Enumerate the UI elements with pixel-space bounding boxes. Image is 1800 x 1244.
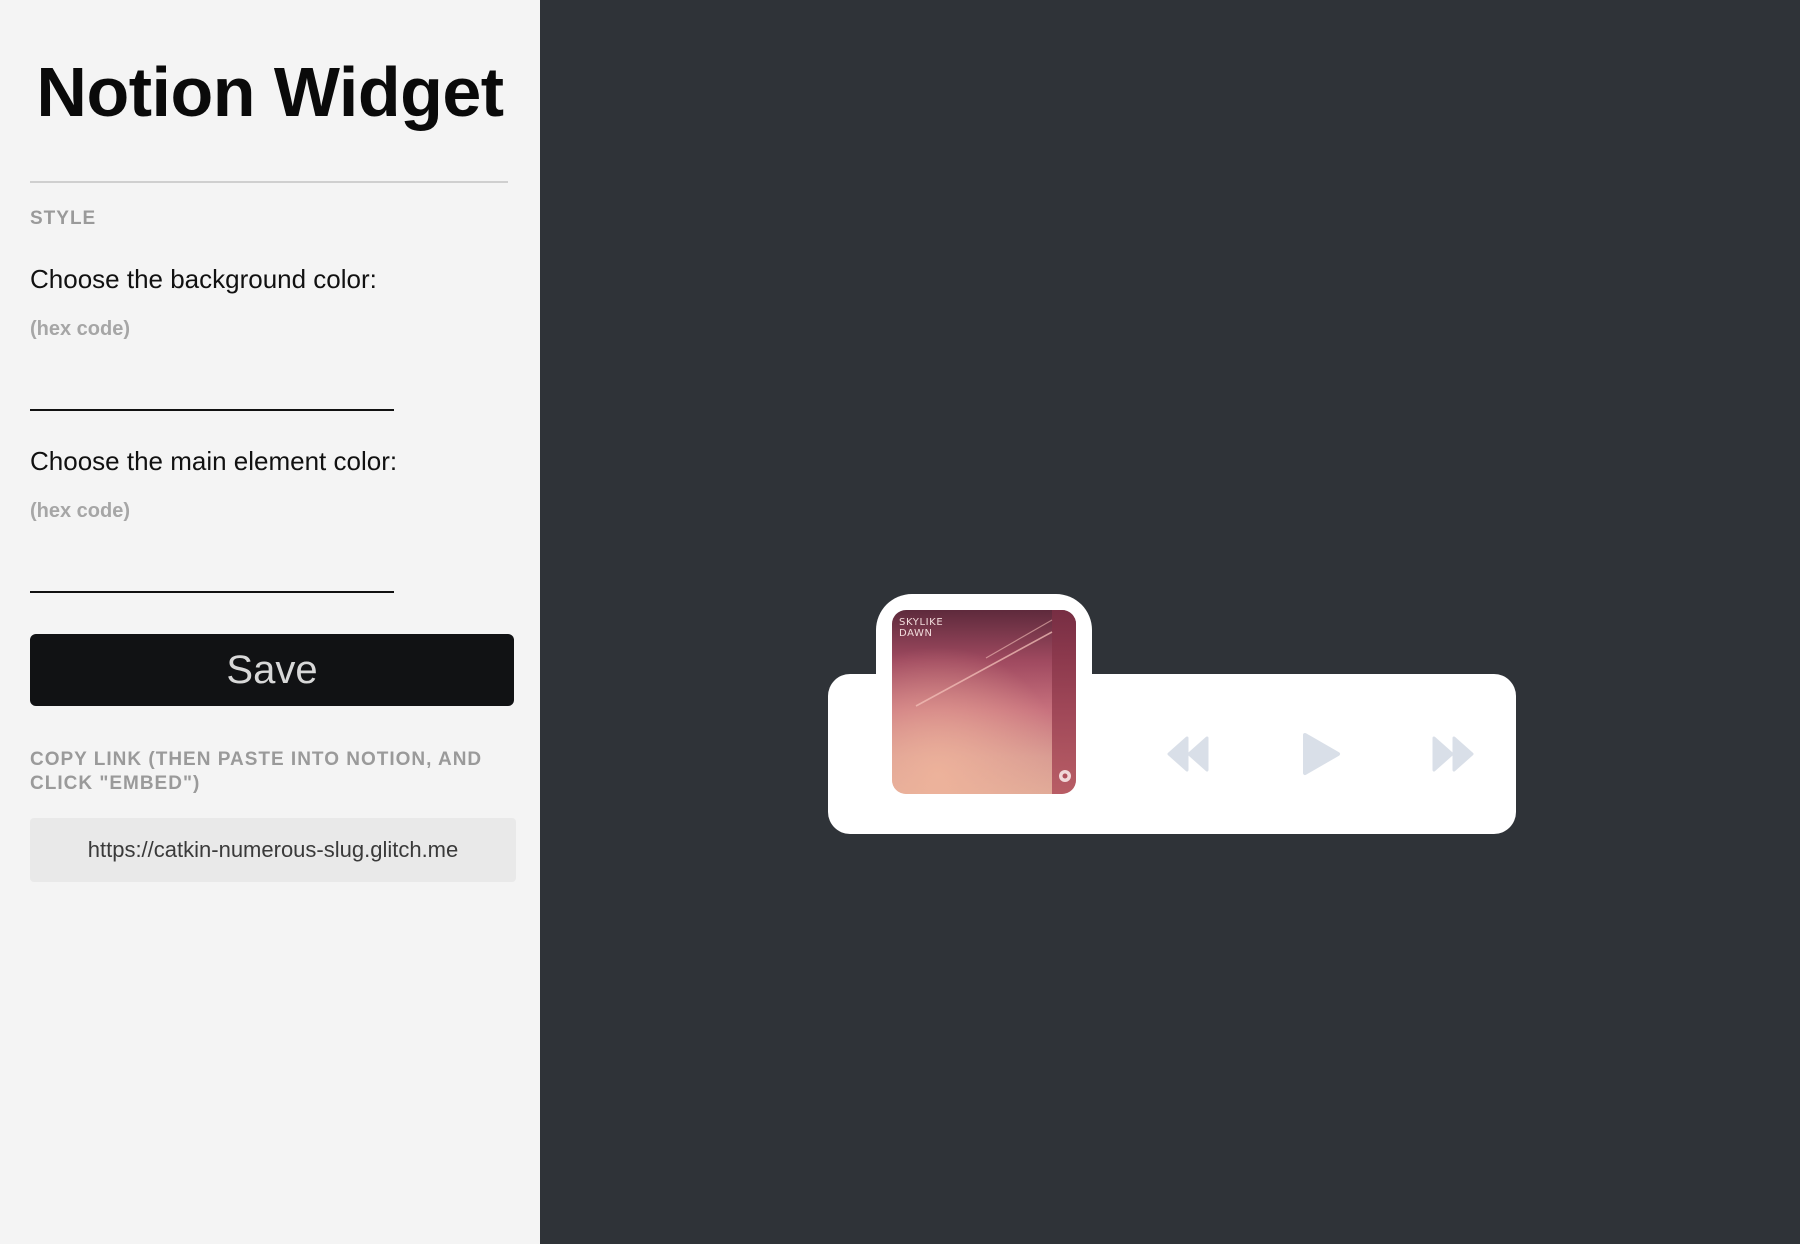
- album-title-line1: SKYLIKE: [899, 617, 944, 628]
- style-section-label: STYLE: [30, 208, 97, 229]
- background-color-hint: (hex code): [30, 318, 131, 340]
- app: Notion Widget STYLE Choose the backgroun…: [0, 0, 1800, 1244]
- album-art: SKYLIKE DAWN: [892, 610, 1076, 794]
- background-color-label: Choose the background color:: [30, 264, 377, 294]
- embed-link-field[interactable]: https://catkin-numerous-slug.glitch.me: [30, 818, 516, 882]
- next-button[interactable]: [1425, 726, 1481, 782]
- background-color-input[interactable]: [30, 369, 394, 411]
- main-color-input[interactable]: [30, 551, 394, 593]
- rewind-icon: [1167, 736, 1209, 772]
- copy-link-label: COPY LINK (THEN PASTE INTO NOTION, AND C…: [30, 749, 483, 794]
- save-button[interactable]: Save: [30, 634, 514, 706]
- play-button[interactable]: [1293, 726, 1349, 782]
- album-title: SKYLIKE DAWN: [899, 617, 943, 639]
- fast-forward-icon: [1432, 736, 1474, 772]
- embed-link-text[interactable]: https://catkin-numerous-slug.glitch.me: [88, 837, 459, 863]
- play-icon: [1303, 733, 1340, 775]
- divider: [30, 181, 508, 183]
- page-title: Notion Widget: [36, 53, 504, 131]
- widget-preview: SKYLIKE DAWN: [540, 0, 1800, 1244]
- main-color-label: Choose the main element color:: [30, 446, 398, 476]
- main-color-hint: (hex code): [30, 500, 131, 522]
- previous-button[interactable]: [1160, 726, 1216, 782]
- album-title-line2: DAWN: [899, 628, 933, 639]
- settings-sidebar: Notion Widget STYLE Choose the backgroun…: [0, 0, 540, 1244]
